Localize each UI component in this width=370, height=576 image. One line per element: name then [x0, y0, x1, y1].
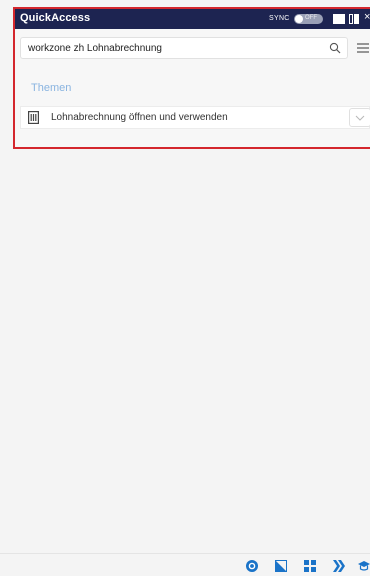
- hamburger-menu-icon[interactable]: [357, 42, 369, 54]
- topics-heading: Themen: [31, 82, 72, 94]
- chevron-down-icon: [355, 115, 365, 121]
- dock-button[interactable]: [349, 14, 359, 24]
- quickaccess-app: QuickAccess SYNC OFF × Themen: [0, 0, 370, 576]
- window-title: QuickAccess: [20, 12, 91, 24]
- search-input[interactable]: [28, 41, 318, 55]
- learning-icon[interactable]: [358, 560, 370, 572]
- search-icon[interactable]: [329, 42, 341, 54]
- grid-icon[interactable]: [304, 560, 316, 572]
- help-icon[interactable]: [246, 560, 258, 572]
- title-bar: QuickAccess SYNC OFF ×: [15, 9, 370, 29]
- search-box: [20, 37, 348, 59]
- footer-toolbar: [0, 553, 370, 576]
- topic-label: Lohnabrechnung öffnen und verwenden: [51, 112, 228, 123]
- close-button[interactable]: ×: [364, 11, 370, 23]
- sync-label: SYNC: [269, 15, 290, 22]
- expand-button[interactable]: [349, 108, 370, 127]
- toggle-knob: [295, 15, 303, 23]
- resize-icon[interactable]: [275, 560, 287, 572]
- quickaccess-panel: QuickAccess SYNC OFF × Themen: [13, 7, 370, 149]
- minimize-button[interactable]: [333, 14, 345, 24]
- sync-toggle-state: OFF: [305, 15, 317, 21]
- topic-item[interactable]: Lohnabrechnung öffnen und verwenden: [20, 106, 370, 129]
- next-icon[interactable]: [333, 560, 345, 572]
- sync-toggle[interactable]: OFF: [294, 14, 323, 24]
- document-icon: [28, 111, 39, 124]
